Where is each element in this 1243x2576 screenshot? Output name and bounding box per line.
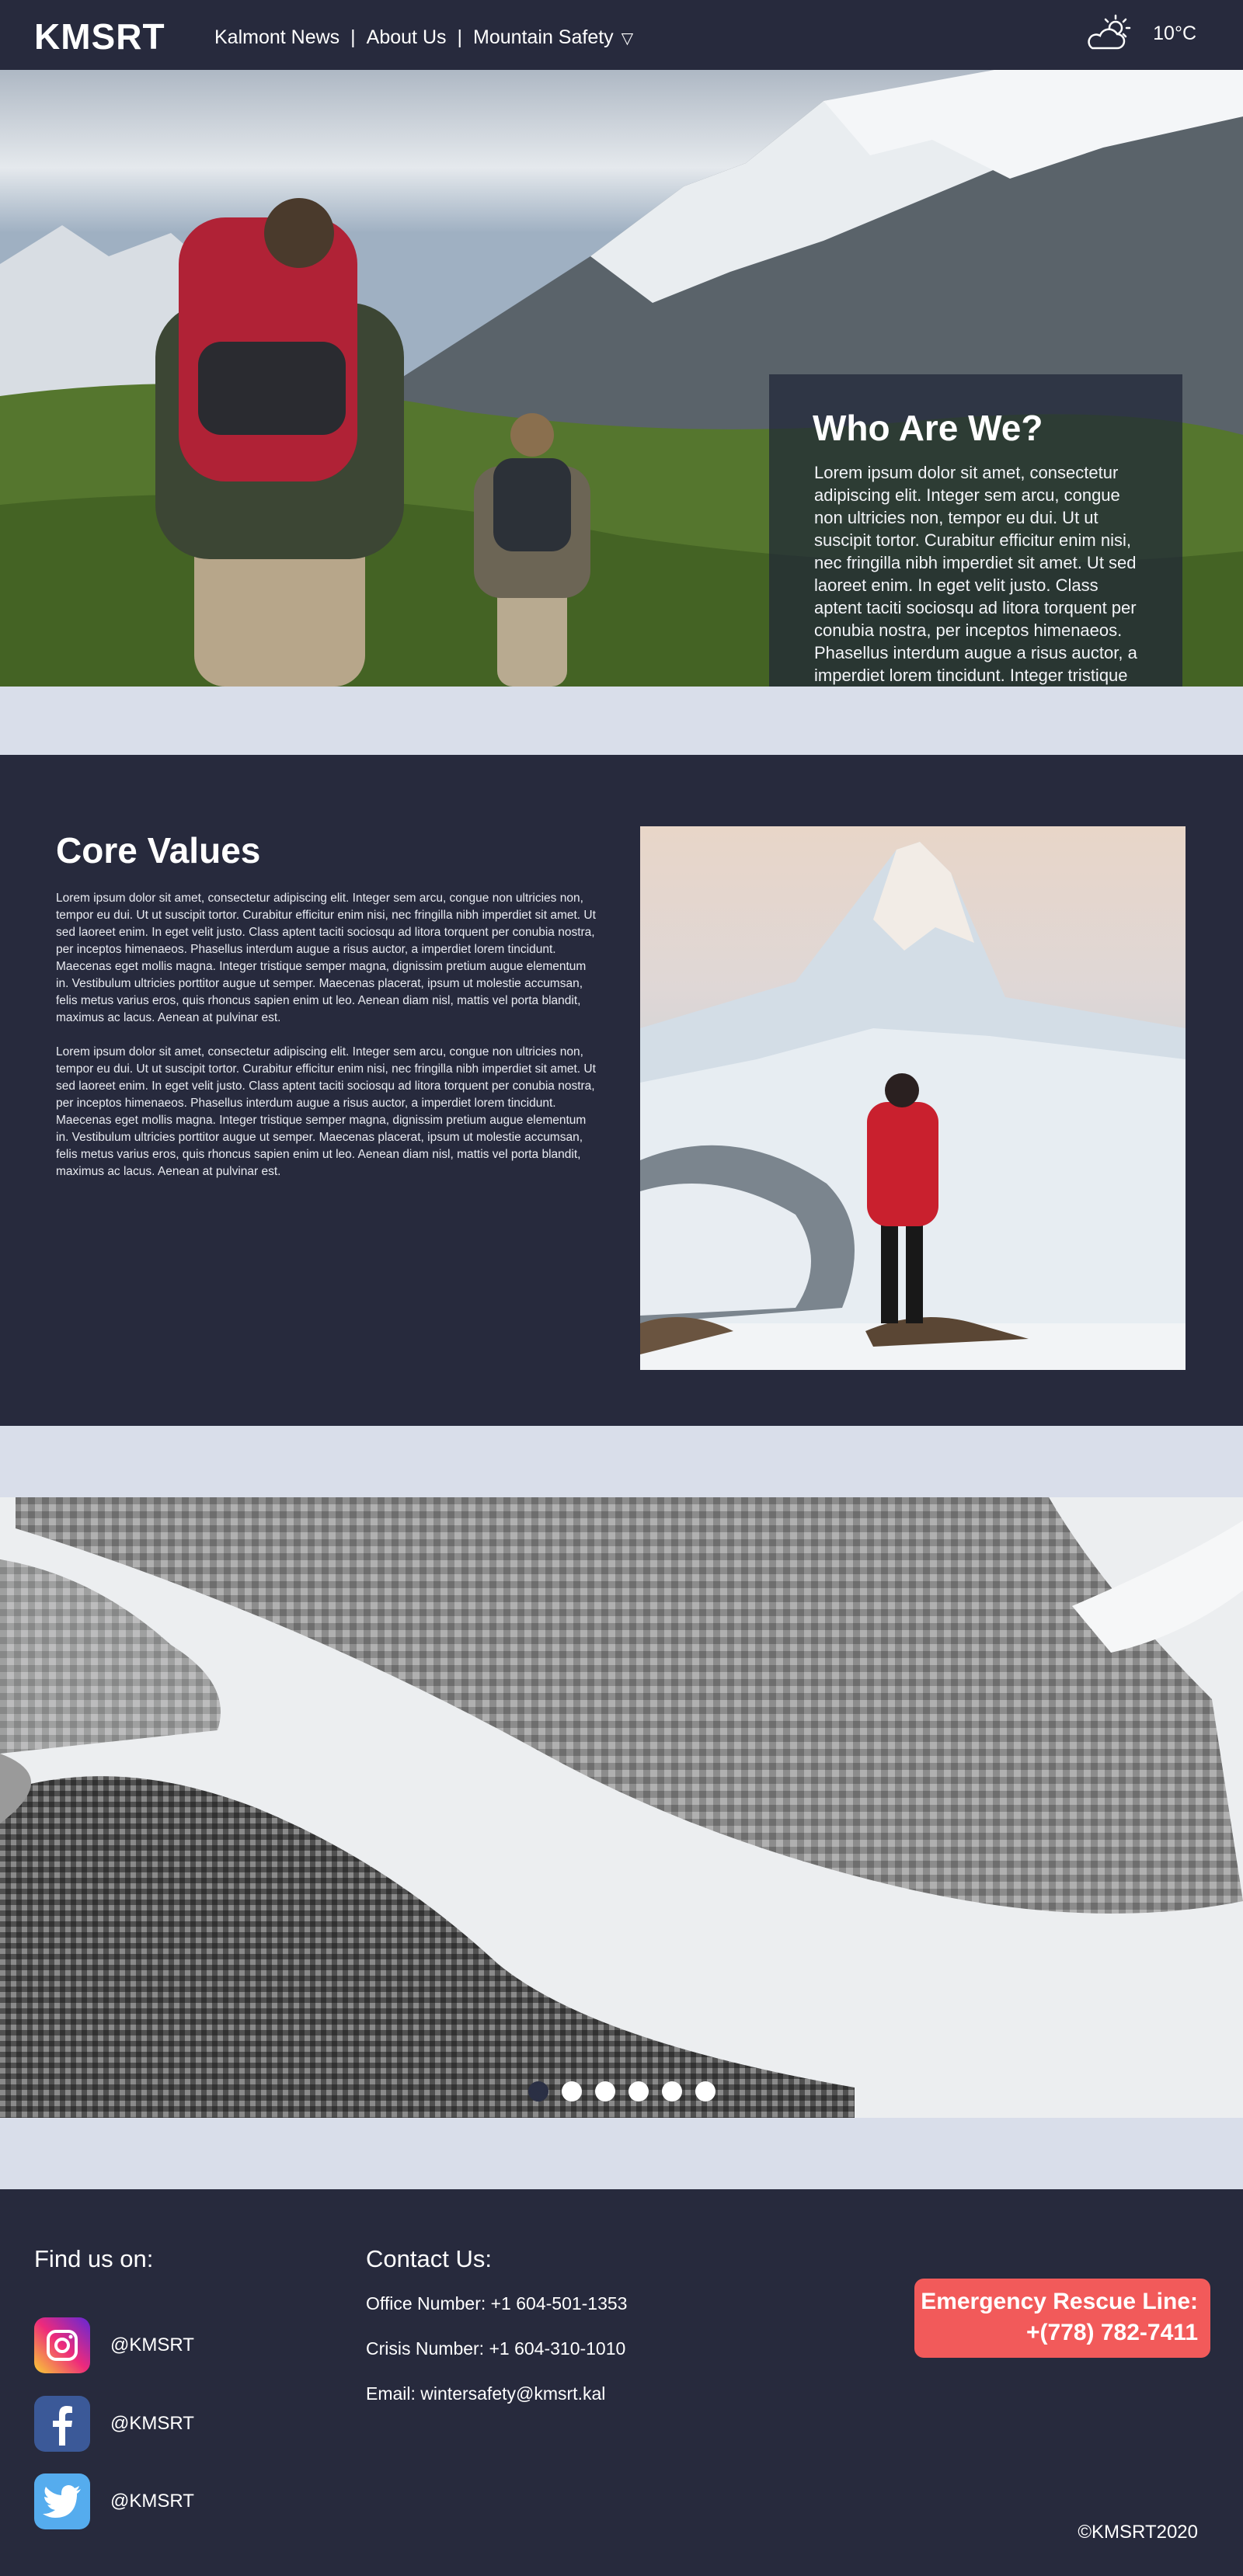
social-twitter[interactable]: @KMSRT [34,2473,194,2529]
emergency-rescue-button[interactable]: Emergency Rescue Line: +(778) 782-7411 [914,2279,1210,2358]
social-facebook[interactable]: @KMSRT [34,2396,194,2452]
who-are-we-text: Lorem ipsum dolor sit amet, consectetur … [814,463,1137,685]
facebook-handle: @KMSRT [110,2413,194,2434]
partly-cloudy-icon [1088,14,1131,50]
core-values-heading: Core Values [56,830,261,871]
crisis-number: Crisis Number: +1 604-310-1010 [366,2338,626,2359]
office-number: Office Number: +1 604-501-1353 [366,2293,628,2314]
find-us-heading: Find us on: [34,2245,154,2272]
image-carousel[interactable] [0,1497,1243,2118]
nav-separator: | [350,26,356,48]
aerial-snowy-forest-photo [0,1497,1243,2118]
climber-summit-photo [640,826,1186,1370]
core-values-paragraph: Lorem ipsum dolor sit amet, consectetur … [56,892,596,1024]
who-are-we-heading: Who Are We? [813,408,1043,448]
contact-us-heading: Contact Us: [366,2245,492,2272]
carousel-dot-4[interactable] [628,2081,649,2101]
nav-links: Kalmont News | About Us | Mountain Safet… [214,26,633,49]
social-instagram[interactable]: @KMSRT [34,2317,194,2373]
carousel-pagination [528,2081,716,2101]
nav-separator: | [457,26,463,48]
temperature-readout: 10°C [1153,22,1196,44]
contact-email[interactable]: Email: wintersafety@kmsrt.kal [366,2383,605,2404]
carousel-dot-1[interactable] [528,2081,548,2101]
nav-dropdown-mountain-safety[interactable]: Mountain Safety ▽ [473,26,633,49]
copyright-notice: ©KMSRT2020 [1078,2522,1198,2543]
rescue-line-number: +(778) 782-7411 [1025,2320,1198,2345]
rescue-line-label: Emergency Rescue Line: [921,2289,1198,2314]
carousel-dot-6[interactable] [695,2081,716,2101]
nav-link-about-us[interactable]: About Us [367,26,447,49]
core-values-paragraph: Lorem ipsum dolor sit amet, consectetur … [56,1045,596,1178]
carousel-dot-2[interactable] [562,2081,582,2101]
twitter-icon [34,2473,90,2529]
carousel-dot-5[interactable] [662,2081,682,2101]
weather-widget: 10°C [1085,14,1196,53]
nav-link-kalmont-news[interactable]: Kalmont News [214,26,339,49]
instagram-icon [34,2317,90,2373]
carousel-dot-3[interactable] [595,2081,615,2101]
nav-dropdown-label: Mountain Safety [473,26,614,48]
site-logo[interactable]: KMSRT [34,16,165,57]
core-values-text: Lorem ipsum dolor sit amet, consectetur … [56,890,600,1198]
caret-down-icon: ▽ [621,30,634,47]
instagram-handle: @KMSRT [110,2334,194,2355]
top-navbar: KMSRT Kalmont News | About Us | Mountain… [0,0,1243,70]
facebook-icon [34,2396,90,2452]
site-footer: Find us on: @KMSRT @KMSRT @KMSRT Contact… [0,2189,1243,2576]
who-are-we-card: Who Are We? Lorem ipsum dolor sit amet, … [769,374,1182,687]
twitter-handle: @KMSRT [110,2491,194,2512]
hero-banner: Who Are We? Lorem ipsum dolor sit amet, … [0,70,1243,687]
core-values-section: Core Values Lorem ipsum dolor sit amet, … [0,755,1243,1426]
